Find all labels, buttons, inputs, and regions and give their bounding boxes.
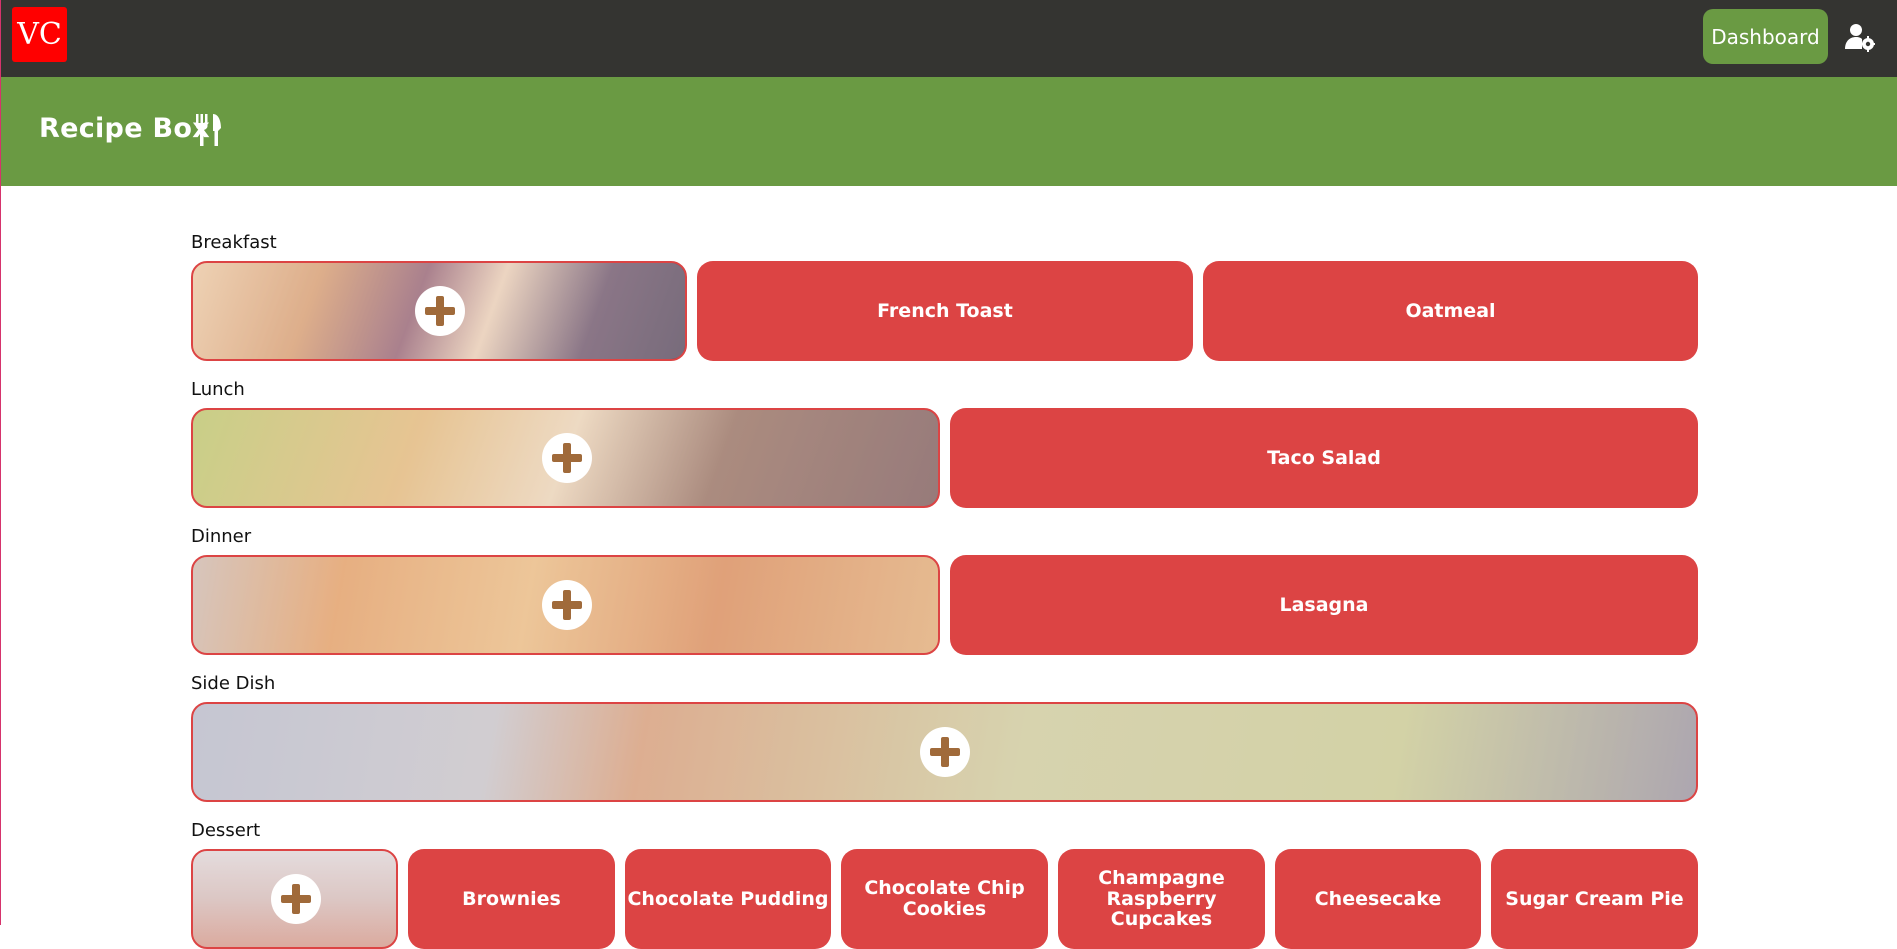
add-recipe-breakfast[interactable] [191,261,687,361]
user-cog-icon[interactable] [1845,22,1875,52]
page-title: Recipe Box [39,113,210,144]
recipe-card[interactable]: Cheesecake [1275,849,1481,949]
recipe-card[interactable]: Oatmeal [1203,261,1698,361]
plus-icon [415,286,465,336]
section-label-dinner: Dinner [191,526,252,547]
recipe-card[interactable]: Taco Salad [950,408,1698,508]
section-label-side-dish: Side Dish [191,673,276,694]
recipe-card[interactable]: Chocolate Chip Cookies [841,849,1048,949]
recipe-card[interactable]: Brownies [408,849,615,949]
utensils-icon [196,114,221,146]
recipe-card[interactable]: Sugar Cream Pie [1491,849,1698,949]
dashboard-button[interactable]: Dashboard [1703,9,1828,64]
plus-icon [542,433,592,483]
page-banner: Recipe Box [1,77,1897,186]
recipe-card[interactable]: Lasagna [950,555,1698,655]
section-label-lunch: Lunch [191,379,245,400]
add-recipe-side-dish[interactable] [191,702,1698,802]
plus-icon [542,580,592,630]
add-recipe-dinner[interactable] [191,555,940,655]
plus-icon [920,727,970,777]
recipe-card[interactable]: Champagne Raspberry Cupcakes [1058,849,1265,949]
add-recipe-dessert[interactable] [191,849,398,949]
plus-icon [271,874,321,924]
recipe-card[interactable]: French Toast [697,261,1193,361]
logo[interactable]: VC [12,7,67,62]
section-label-dessert: Dessert [191,820,261,841]
add-recipe-lunch[interactable] [191,408,940,508]
recipe-card[interactable]: Chocolate Pudding [625,849,831,949]
top-navbar: VC Dashboard [1,0,1897,77]
section-label-breakfast: Breakfast [191,232,277,253]
